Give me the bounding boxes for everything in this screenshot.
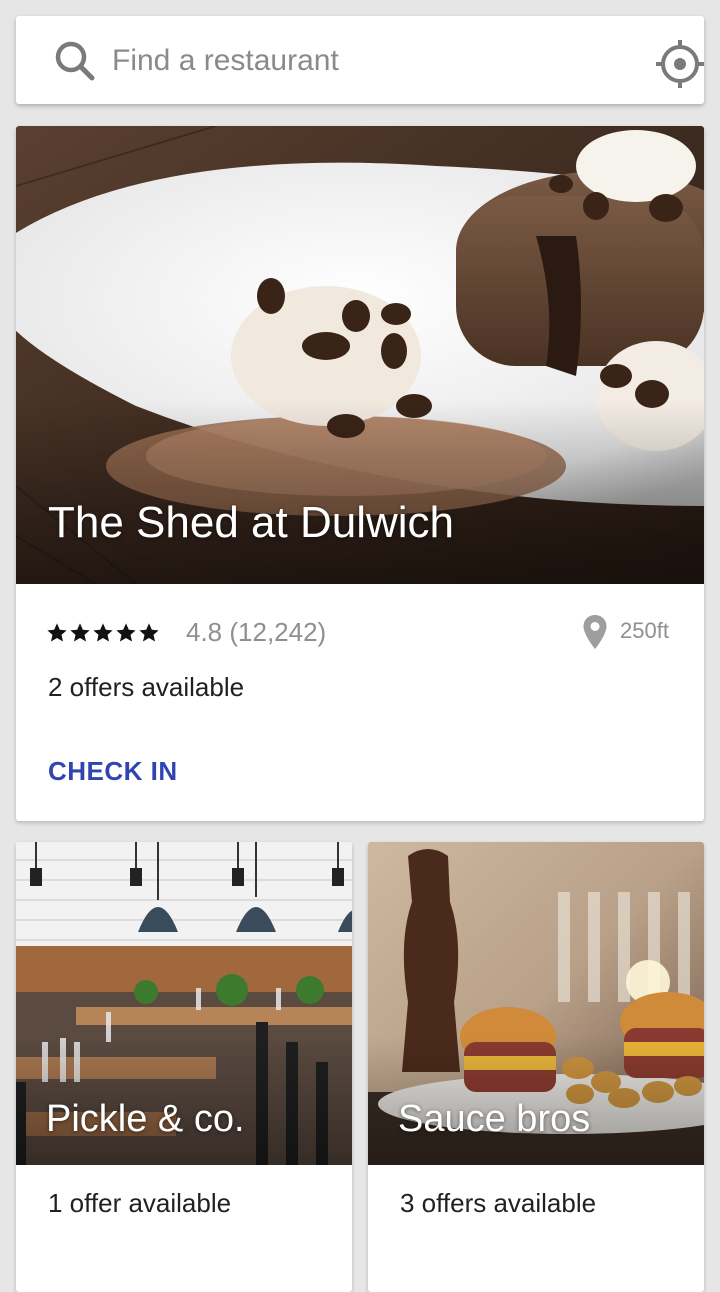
rating-stars: [46, 622, 160, 644]
distance-label: 250ft: [620, 618, 669, 643]
featured-restaurant-card[interactable]: The Shed at Dulwich 4.8 (12,242) 250ft 2…: [16, 126, 704, 821]
restaurant-photo: Pickle & co.: [16, 842, 352, 1165]
restaurant-name: Pickle & co.: [46, 1098, 245, 1140]
restaurant-photo: Sauce bros: [368, 842, 704, 1165]
crosshair-icon[interactable]: [654, 38, 706, 90]
star-icon: [47, 623, 67, 642]
location-pin-icon: [583, 615, 607, 649]
star-icon: [139, 623, 159, 642]
restaurant-card[interactable]: Pickle & co. 1 offer available: [16, 842, 352, 1292]
star-icon: [93, 623, 113, 642]
restaurant-card[interactable]: Sauce bros 3 offers available: [368, 842, 704, 1292]
offers-count: 1 offer available: [48, 1188, 232, 1218]
featured-restaurant-photo: The Shed at Dulwich: [16, 126, 704, 584]
search-icon: [55, 41, 95, 81]
search-input[interactable]: Find a restaurant: [112, 16, 339, 104]
restaurant-name: Sauce bros: [398, 1098, 591, 1140]
check-in-button[interactable]: CHECK IN: [48, 756, 178, 787]
featured-restaurant-name: The Shed at Dulwich: [48, 498, 454, 547]
rating-value: 4.8 (12,242): [186, 617, 327, 647]
star-icon: [116, 623, 136, 642]
offers-count: 3 offers available: [400, 1188, 597, 1218]
offers-count: 2 offers available: [48, 672, 245, 702]
search-bar[interactable]: Find a restaurant: [16, 16, 704, 104]
star-icon: [70, 623, 90, 642]
